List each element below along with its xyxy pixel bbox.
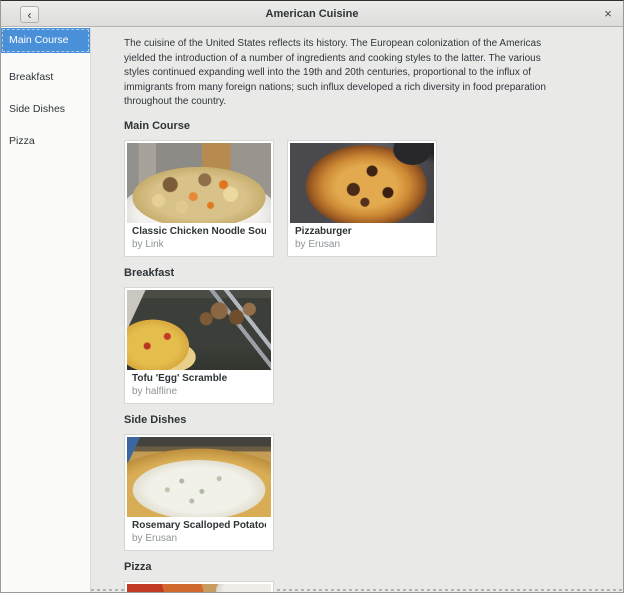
- recipe-author: by halfline: [132, 386, 266, 397]
- category-sidebar: Main Course Breakfast Side Dishes Pizza: [1, 27, 91, 592]
- recipe-author: by Erusan: [295, 239, 429, 250]
- sidebar-item-main-course[interactable]: Main Course: [1, 28, 90, 53]
- recipe-card-row: Classic Chicken Noodle Soup by Link Pizz…: [124, 140, 603, 257]
- sidebar-item-breakfast[interactable]: Breakfast: [1, 65, 90, 90]
- pepperoni-pizza-photo: [127, 584, 271, 593]
- section-label: Side Dishes: [124, 414, 603, 427]
- recipe-card[interactable]: [124, 581, 274, 593]
- titlebar[interactable]: ‹ American Cuisine ×: [1, 1, 623, 27]
- window-close-icon: ×: [604, 6, 612, 21]
- app-window: ‹ American Cuisine × Main Course Breakfa…: [0, 0, 624, 593]
- content-scroll-area[interactable]: The cuisine of the United States reflect…: [91, 27, 623, 592]
- chicken-noodle-soup-photo: [127, 143, 271, 223]
- sidebar-item-pizza[interactable]: Pizza: [1, 129, 90, 154]
- window-title: American Cuisine: [1, 1, 623, 27]
- recipe-sections: Main Course Classic Chicken Noodle Soup …: [124, 120, 603, 593]
- recipe-card-row: Tofu 'Egg' Scramble by halfline: [124, 287, 603, 404]
- app-body: Main Course Breakfast Side Dishes Pizza …: [1, 27, 623, 592]
- pizzaburger-photo: [290, 143, 434, 223]
- section-label: Pizza: [124, 561, 603, 574]
- tofu-egg-scramble-photo: [127, 290, 271, 370]
- content-inner: The cuisine of the United States reflect…: [91, 37, 623, 592]
- recipe-card-text: Pizzaburger by Erusan: [290, 223, 434, 254]
- recipe-section-main-course: Main Course Classic Chicken Noodle Soup …: [124, 120, 603, 257]
- sidebar-item-label: Pizza: [9, 135, 35, 147]
- rosemary-scalloped-potatoes-photo: [127, 437, 271, 517]
- recipe-card[interactable]: Tofu 'Egg' Scramble by halfline: [124, 287, 274, 404]
- close-button[interactable]: ×: [599, 5, 617, 23]
- sidebar-item-side-dishes[interactable]: Side Dishes: [1, 97, 90, 122]
- recipe-card-text: Tofu 'Egg' Scramble by halfline: [127, 370, 271, 401]
- recipe-author: by Erusan: [132, 533, 266, 544]
- recipe-title: Rosemary Scalloped Potatoes: [132, 520, 266, 532]
- cuisine-description: The cuisine of the United States reflect…: [124, 37, 548, 110]
- recipe-card-text: Rosemary Scalloped Potatoes by Erusan: [127, 517, 271, 548]
- sidebar-item-label: Breakfast: [9, 71, 53, 83]
- recipe-card[interactable]: Rosemary Scalloped Potatoes by Erusan: [124, 434, 274, 551]
- recipe-section-pizza: Pizza: [124, 561, 603, 593]
- recipe-card-text: Classic Chicken Noodle Soup by Link: [127, 223, 271, 254]
- recipe-card-row: [124, 581, 603, 593]
- recipe-section-breakfast: Breakfast Tofu 'Egg' Scramble by halflin…: [124, 267, 603, 404]
- recipe-section-side-dishes: Side Dishes Rosemary Scalloped Potatoes …: [124, 414, 603, 551]
- recipe-card[interactable]: Classic Chicken Noodle Soup by Link: [124, 140, 274, 257]
- recipe-card[interactable]: Pizzaburger by Erusan: [287, 140, 437, 257]
- section-label: Breakfast: [124, 267, 603, 280]
- recipe-title: Classic Chicken Noodle Soup: [132, 226, 266, 238]
- recipe-author: by Link: [132, 239, 266, 250]
- section-label: Main Course: [124, 120, 603, 133]
- recipe-card-row: Rosemary Scalloped Potatoes by Erusan: [124, 434, 603, 551]
- recipe-title: Pizzaburger: [295, 226, 429, 238]
- sidebar-item-label: Side Dishes: [9, 103, 65, 115]
- sidebar-item-label: Main Course: [9, 34, 69, 46]
- recipe-title: Tofu 'Egg' Scramble: [132, 373, 266, 385]
